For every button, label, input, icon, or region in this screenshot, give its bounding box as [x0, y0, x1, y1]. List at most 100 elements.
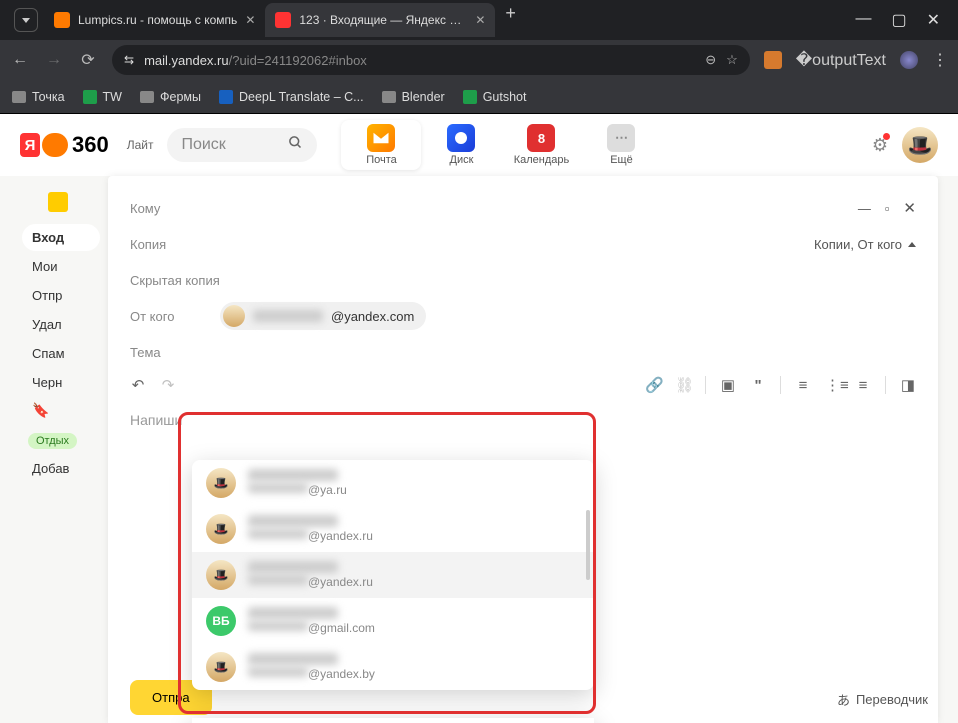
app-icon: 8 [527, 124, 555, 152]
dropdown-item[interactable]: 🎩xxxxxxx@yandex.by [192, 644, 594, 690]
tab-lumpics[interactable]: Lumpics.ru - помощь с компь ✕ [44, 3, 265, 37]
bookmark-item[interactable]: Точка [12, 90, 65, 104]
bookmark-star-icon[interactable]: ☆ [726, 52, 738, 68]
favicon [275, 12, 291, 28]
context-menu: СкопироватьРедактироватьНаписать только … [192, 718, 594, 723]
bookmark-label: DeepL Translate – С... [239, 90, 364, 104]
app-Ещё[interactable]: ⋯ Ещё [581, 120, 661, 170]
search-input[interactable]: Поиск [167, 128, 317, 162]
zoom-icon[interactable]: ⊖ [705, 52, 716, 68]
maximize-icon[interactable]: ▢ [891, 10, 906, 30]
expand-compose-icon[interactable]: ▫ [885, 201, 890, 216]
sidebar-item[interactable]: Черн [22, 369, 100, 396]
profile-avatar-icon[interactable] [900, 51, 918, 69]
dropdown-item[interactable]: ВБxxxxxxx@gmail.com [192, 598, 594, 644]
app-Диск[interactable]: Диск [421, 120, 501, 170]
tab-dropdown[interactable] [14, 8, 38, 32]
bullet-list-icon[interactable]: ⋮≡ [825, 376, 841, 394]
link-icon[interactable]: 🔗 [645, 376, 661, 394]
close-window-icon[interactable]: ✕ [927, 10, 940, 30]
search-icon [288, 135, 303, 155]
bookmark-item[interactable]: Blender [382, 90, 445, 104]
contact-email: xxx@yandex.by [248, 667, 375, 681]
contact-name-blurred: xxxx [248, 653, 338, 665]
lite-badge: Лайт [127, 138, 154, 152]
menu-icon[interactable]: ⋮ [932, 50, 948, 70]
sidebar-item-add[interactable]: Добав [22, 455, 100, 482]
dropdown-item[interactable]: 🎩xxxxxxx@yandex.ru [192, 552, 594, 598]
tab-title: Lumpics.ru - помощь с компь [78, 13, 237, 27]
bookmark-item[interactable]: Gutshot [463, 90, 527, 104]
settings-icon[interactable]: ⚙ [872, 135, 888, 156]
forward-icon[interactable]: → [44, 51, 64, 69]
sidebar-item[interactable]: Отпр [22, 282, 100, 309]
new-tab-button[interactable]: + [495, 3, 526, 37]
undo-icon[interactable]: ↶ [130, 376, 146, 394]
contact-avatar: 🎩 [206, 514, 236, 544]
unlink-icon[interactable]: ⛓ [675, 376, 691, 394]
folder-icon [140, 91, 154, 103]
site-info-icon[interactable]: ⇆ [124, 53, 134, 67]
dropdown-item[interactable]: 🎩xxxxxxx@yandex.ru [192, 506, 594, 552]
contact-name-blurred: xxxx [248, 515, 338, 527]
dropdown-item[interactable]: 🎩xxxxxxx@ya.ru [192, 460, 594, 506]
quote-icon[interactable]: " [750, 377, 766, 394]
sidebar-item[interactable]: Спам [22, 340, 100, 367]
close-compose-icon[interactable]: ✕ [903, 199, 916, 217]
app-Календарь[interactable]: 8Календарь [501, 120, 581, 170]
app-Почта[interactable]: Почта [341, 120, 421, 170]
sidebar-badge-vacation[interactable]: Отдых [28, 433, 77, 449]
subject-label: Тема [130, 345, 220, 360]
sidebar-item[interactable]: Удал [22, 311, 100, 338]
address-bar[interactable]: ⇆ mail.yandex.ru/?uid=241192062#inbox ⊖ … [112, 45, 750, 75]
from-chip[interactable]: xxxxxxx @yandex.com [220, 302, 426, 330]
number-list-icon[interactable]: ≡ [855, 377, 871, 394]
close-icon[interactable]: ✕ [245, 13, 255, 27]
contact-email: xxx@ya.ru [248, 483, 347, 497]
bookmark-item[interactable]: Фермы [140, 90, 201, 104]
contact-avatar: 🎩 [206, 468, 236, 498]
minimize-compose-icon[interactable]: — [858, 201, 871, 216]
minimize-icon[interactable]: — [855, 10, 871, 30]
reload-icon[interactable]: ⟳ [78, 50, 98, 70]
redo-icon[interactable]: ↷ [160, 376, 176, 394]
close-icon[interactable]: ✕ [475, 13, 485, 27]
folder-icon [382, 91, 396, 103]
app-label: Диск [450, 154, 474, 166]
cc-label: Копия [130, 237, 220, 252]
back-icon[interactable]: ← [10, 51, 30, 69]
bcc-label: Скрытая копия [130, 273, 220, 288]
bookmark-label: Gutshot [483, 90, 527, 104]
extension-icon[interactable] [764, 51, 782, 69]
app-label: Ещё [610, 154, 633, 166]
user-avatar[interactable]: 🎩 [902, 127, 938, 163]
sidebar-item[interactable]: Вход [22, 224, 100, 251]
eraser-icon[interactable]: ◨ [900, 376, 916, 394]
translate-button[interactable]: あ Переводчик [837, 690, 928, 709]
app-icon [447, 124, 475, 152]
app-label: Почта [366, 154, 397, 166]
compose-body[interactable]: Напиши [130, 400, 916, 440]
tab-yandex-mail[interactable]: 123 · Входящие — Яндекс Поч ✕ [265, 3, 495, 37]
scrollbar[interactable] [586, 510, 590, 580]
align-icon[interactable]: ≡ [795, 377, 811, 394]
cc-toggle[interactable]: Копии, От кого [814, 237, 916, 252]
app-icon[interactable] [48, 192, 68, 212]
search-placeholder: Поиск [181, 136, 225, 154]
contact-email: xxx@gmail.com [248, 621, 375, 635]
app-icon: ⋯ [607, 124, 635, 152]
sidebar-item[interactable]: Мои [22, 253, 100, 280]
from-name-blurred: xxxxxxx [253, 310, 323, 322]
contact-name-blurred: xxxx [248, 607, 338, 619]
translate-icon: あ [837, 690, 850, 709]
yandex-360-logo[interactable]: Я 360 [20, 132, 109, 158]
favicon [54, 12, 70, 28]
extensions-icon[interactable]: �outputText [796, 50, 886, 70]
bookmark-icon[interactable]: 🔖 [32, 402, 100, 419]
bookmark-item[interactable]: DeepL Translate – С... [219, 90, 364, 104]
folder-icon [12, 91, 26, 103]
bookmark-item[interactable]: TW [83, 90, 122, 104]
tab-title: 123 · Входящие — Яндекс Поч [299, 13, 467, 27]
bookmark-label: TW [103, 90, 122, 104]
image-icon[interactable]: ▣ [720, 376, 736, 394]
